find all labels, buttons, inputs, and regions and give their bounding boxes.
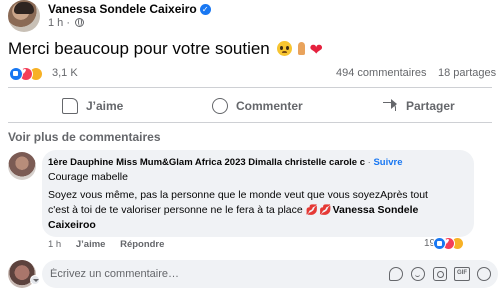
like-reaction-icon — [433, 237, 446, 250]
like-icon — [62, 98, 78, 114]
comment-time[interactable]: 1 h — [48, 239, 61, 250]
see-more-comments-link[interactable]: Voir plus de commentaires — [8, 130, 161, 144]
gif-icon[interactable]: GIF — [454, 267, 470, 281]
comment-line-2: Soyez vous même, pas la personne que le … — [48, 189, 428, 201]
comment-button[interactable]: Commenter — [212, 95, 303, 117]
comment-mention[interactable]: Vanessa Sondele — [333, 204, 419, 216]
comment-composer: GIF — [42, 260, 498, 288]
comment-separator: · — [367, 157, 371, 168]
comment-like-button[interactable]: J’aime — [76, 239, 106, 250]
comment-mention-cont[interactable]: Caixeiroo — [48, 219, 96, 231]
kiss-mark-icon: 💋 — [305, 205, 319, 216]
post-header: Vanessa Sondele Caixeiro ✓ 1 h · — [0, 0, 500, 34]
author-name[interactable]: Vanessa Sondele Caixeiro — [48, 2, 197, 16]
reaction-count[interactable]: 3,1 K — [52, 67, 78, 79]
comments-count[interactable]: 494 commentaires — [336, 67, 427, 79]
post-text: Merci beaucoup pour votre soutien ❤ — [8, 39, 323, 60]
comment-input[interactable] — [50, 267, 380, 281]
comment-line-4: Caixeiroo — [48, 219, 96, 231]
post-stats: 3,1 K 494 commentaires 18 partages — [0, 64, 500, 84]
share-button[interactable]: Partager — [382, 95, 455, 117]
sticker-icon[interactable] — [389, 267, 403, 281]
post-message: Merci beaucoup pour votre soutien — [8, 39, 270, 58]
kiss-mark-icon: 💋 — [319, 205, 332, 216]
commenter-avatar[interactable] — [8, 152, 36, 180]
comment-label: Commenter — [236, 99, 303, 113]
camera-icon[interactable] — [433, 267, 447, 281]
comment-bubble: 1ère Dauphine Miss Mum&Glam Africa 2023 … — [42, 150, 474, 237]
comment-author-row: 1ère Dauphine Miss Mum&Glam Africa 2023 … — [48, 157, 402, 168]
post-actions: J’aime Commenter Partager — [0, 92, 500, 120]
comment-reply-button[interactable]: Répondre — [120, 239, 164, 250]
post-meta: 1 h · — [48, 17, 85, 29]
share-icon — [382, 98, 398, 114]
comment-line-3: c'est à toi de te valoriser personne ne … — [48, 204, 418, 216]
pleading-face-icon — [276, 41, 292, 56]
avatar-sticker-icon[interactable] — [477, 267, 491, 281]
comment-meta: 1 h J’aime Répondre — [48, 239, 164, 250]
comment-line-1: Courage mabelle — [48, 171, 128, 183]
globe-icon — [75, 18, 85, 27]
post-time[interactable]: 1 h — [48, 17, 63, 29]
divider — [8, 122, 492, 123]
follow-button[interactable]: Suivre — [373, 157, 402, 168]
emoji-icon[interactable] — [411, 267, 425, 281]
chevron-down-icon[interactable] — [30, 275, 40, 285]
meta-separator: · — [66, 17, 71, 29]
divider — [8, 87, 492, 88]
praying-hands-icon — [294, 41, 309, 56]
comment-line-3-text: c'est à toi de te valoriser personne ne … — [48, 204, 303, 216]
red-heart-icon: ❤ — [309, 42, 323, 59]
comment-icon — [212, 98, 228, 114]
like-button[interactable]: J’aime — [62, 95, 123, 117]
like-label: J’aime — [86, 99, 124, 113]
shares-count[interactable]: 18 partages — [438, 67, 496, 79]
comment-author[interactable]: 1ère Dauphine Miss Mum&Glam Africa 2023 … — [48, 157, 365, 168]
share-label: Partager — [406, 99, 455, 113]
author-avatar[interactable] — [8, 0, 40, 32]
verified-icon: ✓ — [199, 4, 211, 15]
author-name-row: Vanessa Sondele Caixeiro ✓ — [48, 2, 211, 16]
like-reaction-icon — [9, 67, 23, 81]
